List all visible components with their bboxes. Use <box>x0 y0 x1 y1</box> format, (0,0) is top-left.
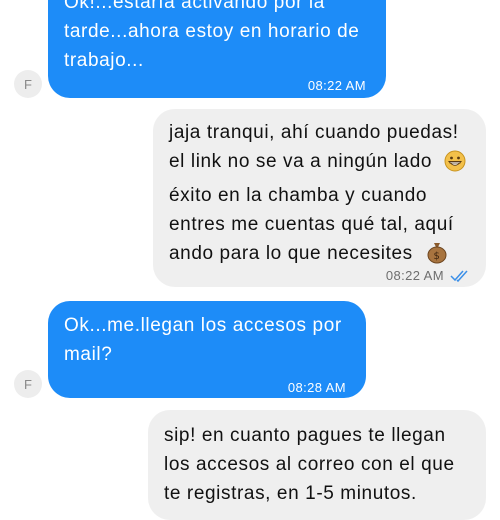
avatar[interactable]: F <box>14 370 42 398</box>
double-check-read-icon <box>450 263 470 292</box>
message-timestamp: 08:28 AM <box>287 380 346 395</box>
avatar-letter: F <box>24 76 32 92</box>
avatar-letter: F <box>24 376 32 392</box>
message-text: tarde...ahora estoy en horario de <box>64 21 360 42</box>
message-text: el link no se va a ningún lado <box>169 151 433 172</box>
message-timestamp: 08:22 AM <box>307 78 366 93</box>
outgoing-message-4[interactable]: sip! en cuanto pagues te llegan los acce… <box>148 410 486 520</box>
message-text: éxito en la chamba y cuando <box>169 185 428 206</box>
message-text: ando para lo que necesites <box>169 243 413 264</box>
message-text: te registras, en 1-5 minutos. <box>164 483 417 504</box>
incoming-message-3[interactable]: Ok...me.llegan los accesos por mail? 08:… <box>48 301 366 398</box>
message-text: entres me cuentas qué tal, aquí <box>169 214 454 235</box>
outgoing-message-2[interactable]: jaja tranqui, ahí cuando puedas! el link… <box>153 109 486 287</box>
message-text: mail? <box>64 344 113 365</box>
message-timestamp: 08:22 AM <box>385 268 444 283</box>
message-line-with-emoji: el link no se va a ningún lado <box>169 147 468 181</box>
avatar[interactable]: F <box>14 70 42 98</box>
grinning-face-emoji <box>444 150 466 181</box>
incoming-message-1[interactable]: Ok!...estaría activando por la tarde...a… <box>48 0 386 98</box>
message-text: sip! en cuanto pagues te llegan <box>164 425 446 446</box>
message-text: Ok!...estaría activando por la <box>64 0 325 13</box>
message-text: Ok...me.llegan los accesos por <box>64 315 342 336</box>
message-text: jaja tranqui, ahí cuando puedas! <box>169 122 459 143</box>
message-text: los accesos al correo con el que <box>164 454 455 475</box>
